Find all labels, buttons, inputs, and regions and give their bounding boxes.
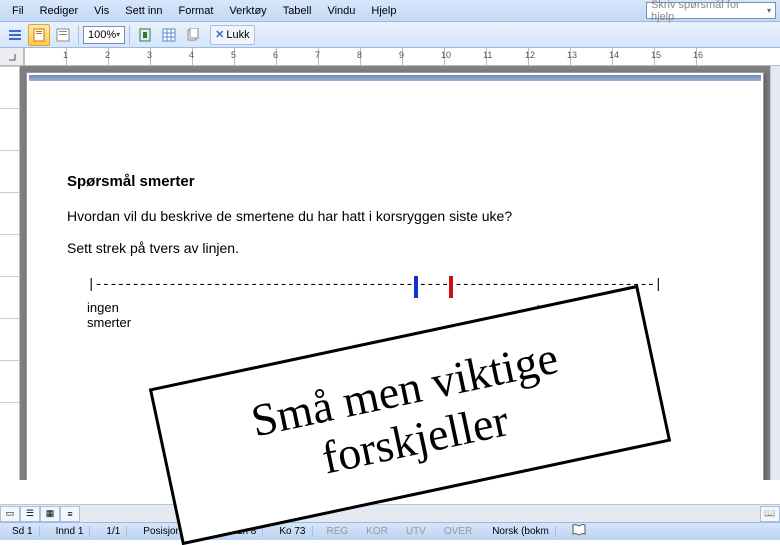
- reading-view-button[interactable]: 📖: [760, 506, 780, 522]
- close-toolbar-button[interactable]: ✕ Lukk: [210, 25, 254, 45]
- vas-mark-red: [449, 276, 453, 298]
- dropdown-icon: ▾: [767, 6, 771, 15]
- heading: Spørsmål smerter: [67, 173, 723, 190]
- status-bar: Sd 1 Innd 1 1/1 Posisjon 8,3 cm Ln 8 Ko …: [0, 522, 780, 540]
- bold-button[interactable]: [134, 24, 156, 46]
- question-text: Hvordan vil du beskrive de smertene du h…: [67, 208, 723, 224]
- page-header-bar: [29, 75, 761, 81]
- status-section: Innd 1: [50, 526, 91, 537]
- vertical-ruler[interactable]: [0, 66, 20, 480]
- menu-bar: Fil Rediger Vis Sett inn Format Verktøy …: [0, 0, 780, 22]
- menu-table[interactable]: Tabell: [275, 3, 320, 19]
- status-book-icon[interactable]: [572, 524, 588, 539]
- vas-mark-blue: [414, 276, 418, 298]
- vas-left-label: ingen smerter: [87, 300, 131, 330]
- menu-window[interactable]: Vindu: [319, 3, 363, 19]
- menu-edit[interactable]: Rediger: [32, 3, 87, 19]
- close-icon: ✕: [215, 28, 224, 41]
- vertical-scrollbar[interactable]: [770, 66, 780, 480]
- normal-view-button[interactable]: ▭: [0, 506, 20, 522]
- menu-format[interactable]: Format: [171, 3, 222, 19]
- help-search-input[interactable]: Skriv spørsmål for hjelp ▾: [646, 2, 776, 19]
- page-content[interactable]: Spørsmål smerter Hvordan vil du beskrive…: [27, 83, 763, 350]
- toolbar: 100% ▾ ✕ Lukk: [0, 22, 780, 48]
- print-view-button[interactable]: ▦: [40, 506, 60, 522]
- outline-view-button-bottom[interactable]: ≡: [60, 506, 80, 522]
- instruction-text: Sett strek på tvers av linjen.: [67, 240, 723, 256]
- status-page: Sd 1: [6, 526, 40, 537]
- status-mode-over[interactable]: OVER: [440, 526, 476, 537]
- print-layout-button[interactable]: [28, 24, 50, 46]
- status-column: Ko 73: [273, 526, 312, 537]
- horizontal-ruler[interactable]: 1 2 3 4 5 6 7 8 9 10 11 12 13 14 15 16: [24, 48, 780, 66]
- menu-insert[interactable]: Sett inn: [117, 3, 170, 19]
- menu-tools[interactable]: Verktøy: [221, 3, 274, 19]
- web-layout-button[interactable]: [52, 24, 74, 46]
- status-language[interactable]: Norsk (bokm: [486, 526, 556, 537]
- status-mode-reg[interactable]: REG: [323, 526, 353, 537]
- menu-file[interactable]: Fil: [4, 3, 32, 19]
- status-mode-utv[interactable]: UTV: [402, 526, 430, 537]
- status-mode-kor[interactable]: KOR: [362, 526, 392, 537]
- outline-view-button[interactable]: [4, 24, 26, 46]
- copy-button[interactable]: [182, 24, 204, 46]
- horizontal-scroll-area: ▭ ☰ ▦ ≡ 📖: [0, 504, 780, 522]
- web-view-button[interactable]: ☰: [20, 506, 40, 522]
- ruler-corner[interactable]: [0, 48, 24, 66]
- status-pages: 1/1: [100, 526, 127, 537]
- zoom-select[interactable]: 100% ▾: [83, 26, 125, 44]
- table-button[interactable]: [158, 24, 180, 46]
- menu-view[interactable]: Vis: [86, 3, 117, 19]
- menu-help[interactable]: Hjelp: [363, 3, 404, 19]
